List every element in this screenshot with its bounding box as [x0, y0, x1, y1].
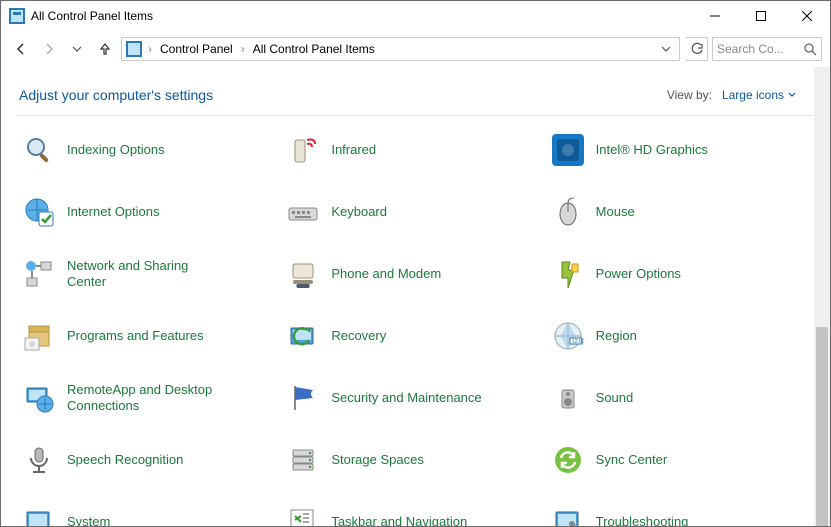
navigation-toolbar: › Control Panel › All Control Panel Item… [1, 31, 830, 67]
search-placeholder: Search Co... [717, 42, 784, 56]
content-header: Adjust your computer's settings View by:… [17, 83, 814, 116]
item-label: Mouse [596, 204, 635, 220]
sound-icon [550, 380, 586, 416]
item-network-sharing-center[interactable]: Network and Sharing Center [17, 250, 281, 298]
items-grid: Indexing Options Infrared Intel® HD Grap… [17, 126, 814, 526]
item-system[interactable]: System [17, 498, 281, 526]
remote-icon [21, 380, 57, 416]
network-icon [21, 256, 57, 292]
infrared-icon [285, 132, 321, 168]
item-troubleshooting[interactable]: Troubleshooting [546, 498, 810, 526]
item-infrared[interactable]: Infrared [281, 126, 545, 174]
item-remoteapp[interactable]: RemoteApp and Desktop Connections [17, 374, 281, 422]
keyboard-icon [285, 194, 321, 230]
refresh-button[interactable] [686, 37, 708, 61]
control-panel-icon [9, 8, 25, 24]
taskbar-icon [285, 504, 321, 526]
svg-text:12:00: 12:00 [572, 339, 584, 345]
address-dropdown-button[interactable] [655, 38, 677, 60]
intel-icon [550, 132, 586, 168]
item-label: Storage Spaces [331, 452, 424, 468]
item-label: Taskbar and Navigation [331, 514, 467, 526]
maximize-button[interactable] [738, 1, 784, 31]
item-label: Speech Recognition [67, 452, 183, 468]
breadcrumb-control-panel[interactable]: Control Panel [156, 38, 237, 60]
troubleshoot-icon [550, 504, 586, 526]
sync-icon [550, 442, 586, 478]
breadcrumb-current[interactable]: All Control Panel Items [249, 38, 379, 60]
item-internet-options[interactable]: Internet Options [17, 188, 281, 236]
window: All Control Panel Items › Control Panel … [0, 0, 831, 527]
item-sync-center[interactable]: Sync Center [546, 436, 810, 484]
item-indexing-options[interactable]: Indexing Options [17, 126, 281, 174]
search-input[interactable]: Search Co... [712, 37, 822, 61]
up-button[interactable] [93, 37, 117, 61]
item-speech-recognition[interactable]: Speech Recognition [17, 436, 281, 484]
minimize-button[interactable] [692, 1, 738, 31]
region-icon: 12:00 [550, 318, 586, 354]
recent-locations-button[interactable] [65, 37, 89, 61]
control-panel-icon [126, 41, 142, 57]
item-label: Region [596, 328, 637, 344]
item-keyboard[interactable]: Keyboard [281, 188, 545, 236]
item-label: Troubleshooting [596, 514, 689, 526]
power-icon [550, 256, 586, 292]
recovery-icon [285, 318, 321, 354]
back-button[interactable] [9, 37, 33, 61]
forward-button[interactable] [37, 37, 61, 61]
item-label: Sync Center [596, 452, 668, 468]
window-title: All Control Panel Items [31, 9, 153, 23]
item-storage-spaces[interactable]: Storage Spaces [281, 436, 545, 484]
item-security-and-maintenance[interactable]: Security and Maintenance [281, 374, 545, 422]
item-label: Intel® HD Graphics [596, 142, 708, 158]
item-label: Programs and Features [67, 328, 204, 344]
view-by-selector[interactable]: Large icons [722, 88, 796, 102]
magnifier-icon [21, 132, 57, 168]
flag-icon [285, 380, 321, 416]
item-label: Security and Maintenance [331, 390, 481, 406]
phone-icon [285, 256, 321, 292]
item-label: Recovery [331, 328, 386, 344]
vertical-scrollbar[interactable] [814, 67, 830, 526]
item-taskbar-and-navigation[interactable]: Taskbar and Navigation [281, 498, 545, 526]
view-by-label: View by: [667, 88, 712, 102]
box-icon [21, 318, 57, 354]
globe-check-icon [21, 194, 57, 230]
mic-icon [21, 442, 57, 478]
item-sound[interactable]: Sound [546, 374, 810, 422]
page-title: Adjust your computer's settings [19, 87, 213, 103]
item-label: Keyboard [331, 204, 387, 220]
search-icon [804, 43, 817, 56]
storage-icon [285, 442, 321, 478]
item-label: Sound [596, 390, 634, 406]
item-region[interactable]: 12:00 Region [546, 312, 810, 360]
item-label: RemoteApp and Desktop Connections [67, 382, 227, 413]
chevron-right-icon[interactable]: › [239, 42, 247, 56]
item-label: Network and Sharing Center [67, 258, 227, 289]
content-area: Adjust your computer's settings View by:… [1, 67, 814, 526]
window-buttons [692, 1, 830, 31]
close-button[interactable] [784, 1, 830, 31]
chevron-right-icon[interactable]: › [146, 42, 154, 56]
address-bar[interactable]: › Control Panel › All Control Panel Item… [121, 37, 680, 61]
scrollbar-thumb[interactable] [816, 327, 828, 526]
item-label: Indexing Options [67, 142, 165, 158]
item-label: Internet Options [67, 204, 160, 220]
item-label: System [67, 514, 110, 526]
item-programs-and-features[interactable]: Programs and Features [17, 312, 281, 360]
item-label: Power Options [596, 266, 681, 282]
item-power-options[interactable]: Power Options [546, 250, 810, 298]
mouse-icon [550, 194, 586, 230]
item-label: Infrared [331, 142, 376, 158]
system-icon [21, 504, 57, 526]
view-by-value: Large icons [722, 88, 784, 102]
item-label: Phone and Modem [331, 266, 441, 282]
item-recovery[interactable]: Recovery [281, 312, 545, 360]
item-mouse[interactable]: Mouse [546, 188, 810, 236]
item-intel-hd-graphics[interactable]: Intel® HD Graphics [546, 126, 810, 174]
chevron-down-icon [788, 91, 796, 99]
item-phone-and-modem[interactable]: Phone and Modem [281, 250, 545, 298]
titlebar: All Control Panel Items [1, 1, 830, 31]
